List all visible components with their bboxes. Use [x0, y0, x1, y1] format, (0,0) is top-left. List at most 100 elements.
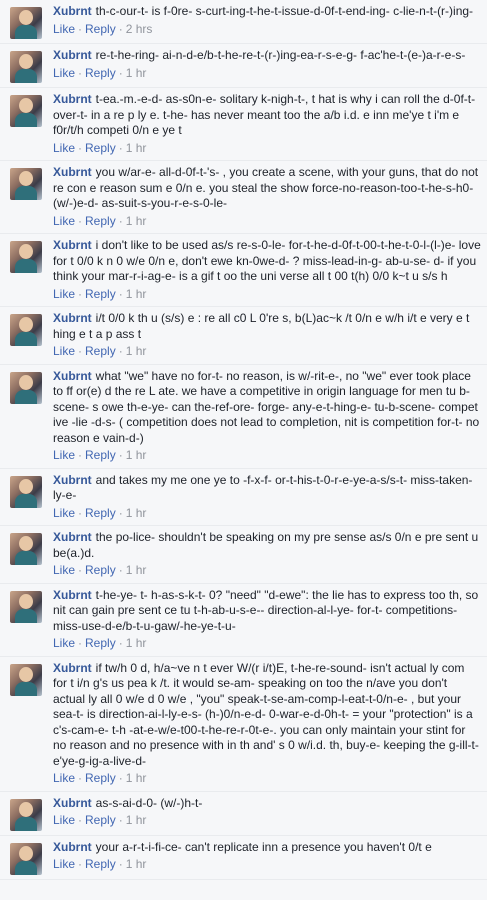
comment: Xubrnt i/t 0/0 k th u (s/s) e : re all c0… — [0, 307, 487, 365]
comment-text-block: Xubrnt t-ea.-m.-e-d- as-s0n-e- solitary k… — [53, 92, 481, 139]
comment-author-link[interactable]: Xubrnt — [53, 530, 92, 544]
separator: · — [78, 857, 83, 871]
avatar[interactable] — [10, 314, 42, 346]
separator: · — [118, 448, 123, 462]
comment-actions: Like · Reply · 1 hr — [53, 506, 481, 522]
reply-link[interactable]: Reply — [85, 287, 116, 301]
comment-author-link[interactable]: Xubrnt — [53, 796, 92, 810]
comment-text: t-ea.-m.-e-d- as-s0n-e- solitary k-nigh-… — [53, 92, 476, 137]
avatar[interactable] — [10, 533, 42, 565]
comment-text-block: Xubrnt i/t 0/0 k th u (s/s) e : re all c0… — [53, 311, 481, 342]
comment: Xubrnt if tw/h 0 d, h/a~ve n t ever W/(r … — [0, 657, 487, 792]
separator: · — [118, 563, 123, 577]
reply-link[interactable]: Reply — [85, 214, 116, 228]
reply-link[interactable]: Reply — [85, 506, 116, 520]
like-link[interactable]: Like — [53, 214, 75, 228]
comment-body: Xubrnt the po-lice- shouldn't be speaking… — [53, 530, 481, 579]
separator: · — [78, 771, 83, 785]
comment-author-link[interactable]: Xubrnt — [53, 473, 92, 487]
comment-actions: Like · Reply · 1 hr — [53, 448, 481, 464]
comment-author-link[interactable]: Xubrnt — [53, 369, 92, 383]
comment-text: i don't like to be used as/s re-s-0-le- … — [53, 238, 481, 283]
comment-body: Xubrnt t-ea.-m.-e-d- as-s0n-e- solitary k… — [53, 92, 481, 156]
reply-link[interactable]: Reply — [85, 563, 116, 577]
comment-actions: Like · Reply · 2 hrs — [53, 22, 481, 38]
like-link[interactable]: Like — [53, 636, 75, 650]
comment-author-link[interactable]: Xubrnt — [53, 48, 92, 62]
timestamp: 1 hr — [125, 65, 147, 80]
avatar[interactable] — [10, 842, 42, 875]
comment-actions: Like · Reply · 1 hr — [53, 771, 481, 787]
like-link[interactable]: Like — [53, 141, 75, 155]
comment-author-link[interactable]: Xubrnt — [53, 92, 92, 106]
separator: · — [78, 65, 83, 80]
comment-text: as-s-ai-d-0- (w/-)h-t- — [95, 795, 203, 810]
avatar[interactable] — [10, 95, 42, 127]
comment-body: Xubrnt as-s-ai-d-0- (w/-)h-t- Like · Reply ·… — [53, 796, 481, 829]
avatar[interactable] — [10, 168, 42, 200]
comment-text-block: Xubrnt as-s-ai-d-0- (w/-)h-t- — [53, 796, 481, 812]
timestamp: 1 hr — [125, 563, 147, 577]
comment-actions: Like · Reply · 1 hr — [53, 344, 481, 360]
comment-text-block: Xubrnt your a-r-t-i-fi-ce- can't replicat… — [53, 840, 481, 856]
like-link[interactable]: Like — [53, 66, 75, 80]
comment-actions: Like · Reply · 1 hr — [53, 563, 481, 579]
like-link[interactable]: Like — [53, 563, 75, 577]
comment-actions: Like · Reply · 1 hr — [53, 141, 481, 157]
avatar[interactable] — [10, 590, 42, 623]
reply-link[interactable]: Reply — [85, 813, 116, 827]
avatar[interactable] — [10, 663, 42, 696]
comment-author-link[interactable]: Xubrnt — [53, 661, 92, 675]
like-link[interactable]: Like — [53, 506, 75, 520]
reply-link[interactable]: Reply — [85, 857, 116, 871]
avatar[interactable] — [10, 798, 42, 831]
timestamp: 1 hr — [125, 213, 147, 228]
like-link[interactable]: Like — [53, 448, 75, 462]
separator: · — [118, 771, 123, 785]
reply-link[interactable]: Reply — [85, 66, 116, 80]
comment-text: you w/ar-e- all-d-0f-t-'s- , you create … — [53, 165, 479, 210]
comment-author-link[interactable]: Xubrnt — [53, 165, 92, 179]
avatar[interactable] — [10, 241, 42, 273]
like-link[interactable]: Like — [53, 22, 75, 36]
reply-link[interactable]: Reply — [85, 141, 116, 155]
comment-text: re-t-he-ring- ai-n-d-e/b-t-he-re-t-(r-)i… — [95, 48, 466, 62]
comment-author-link[interactable]: Xubrnt — [53, 238, 92, 252]
reply-link[interactable]: Reply — [85, 22, 116, 36]
comment: Xubrnt the po-lice- shouldn't be speaking… — [0, 526, 487, 584]
timestamp: 1 hr — [125, 344, 147, 358]
comment: Xubrnt and takes my me one ye to -f-x-f- … — [0, 469, 487, 526]
avatar[interactable] — [10, 371, 42, 404]
comment-author-link[interactable]: Xubrnt — [53, 588, 92, 602]
like-link[interactable]: Like — [53, 857, 75, 871]
separator: · — [78, 448, 83, 462]
reply-link[interactable]: Reply — [85, 636, 116, 650]
reply-link[interactable]: Reply — [85, 771, 116, 785]
like-link[interactable]: Like — [53, 771, 75, 785]
comment-author-link[interactable]: Xubrnt — [53, 840, 92, 854]
comment-actions: Like · Reply · 1 hr — [53, 857, 481, 873]
comment: Xubrnt as-s-ai-d-0- (w/-)h-t- Like · Reply ·… — [0, 792, 487, 836]
reply-link[interactable]: Reply — [85, 448, 116, 462]
separator: · — [118, 140, 123, 155]
timestamp: 1 hr — [125, 140, 147, 155]
comment-text-block: Xubrnt th-c-our-t- is f-0re- s-curt-ing-t… — [53, 4, 481, 20]
comment: Xubrnt you w/ar-e- all-d-0f-t-'s- , you c… — [0, 161, 487, 234]
comment: Xubrnt re-t-he-ring- ai-n-d-e/b-t-he-re-t… — [0, 44, 487, 88]
comment-author-link[interactable]: Xubrnt — [53, 311, 92, 325]
separator: · — [78, 505, 83, 520]
comment-actions: Like · Reply · 1 hr — [53, 66, 481, 82]
separator: · — [78, 344, 83, 358]
like-link[interactable]: Like — [53, 344, 75, 358]
avatar[interactable] — [10, 475, 42, 508]
comment-actions: Like · Reply · 1 hr — [53, 214, 481, 230]
avatar[interactable] — [10, 7, 42, 39]
avatar[interactable] — [10, 51, 42, 83]
timestamp: 2 hrs — [125, 21, 153, 36]
reply-link[interactable]: Reply — [85, 344, 116, 358]
like-link[interactable]: Like — [53, 813, 75, 827]
comment-text-block: Xubrnt if tw/h 0 d, h/a~ve n t ever W/(r … — [53, 661, 481, 770]
comment-author-link[interactable]: Xubrnt — [53, 4, 92, 18]
separator: · — [78, 21, 83, 36]
like-link[interactable]: Like — [53, 287, 75, 301]
